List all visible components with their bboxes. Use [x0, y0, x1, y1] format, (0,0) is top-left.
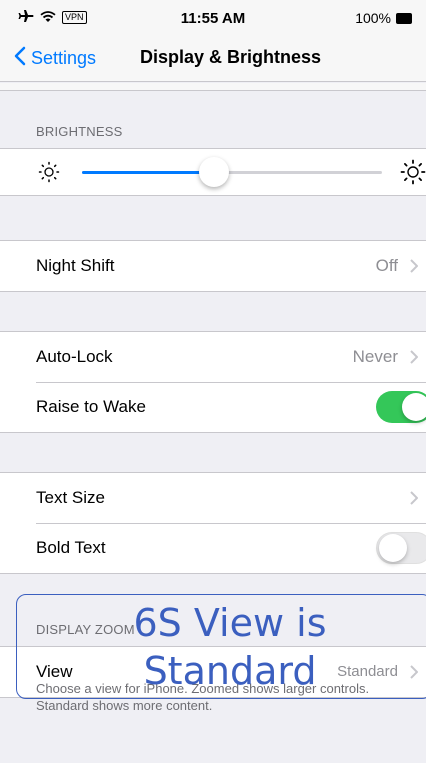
- brightness-slider[interactable]: [82, 157, 382, 187]
- back-button[interactable]: Settings: [14, 46, 96, 71]
- toggle-knob: [402, 393, 426, 421]
- toggle-knob: [379, 534, 407, 562]
- back-button-label: Settings: [31, 48, 97, 68]
- text-size-label: Text Size: [36, 488, 105, 507]
- page-title: Display & Brightness: [140, 47, 322, 67]
- chevron-right-icon: [410, 350, 419, 369]
- night-shift-group: Night Shift Off: [0, 240, 426, 292]
- nav-divider: [0, 83, 426, 91]
- navigation-bar: Settings Display & Brightness: [0, 36, 426, 82]
- auto-lock-value: Never: [352, 347, 398, 366]
- bold-text-toggle[interactable]: [376, 532, 426, 564]
- auto-lock-label: Auto-Lock: [36, 347, 113, 366]
- raise-to-wake-toggle[interactable]: [376, 391, 426, 423]
- chevron-left-icon: [14, 46, 26, 71]
- brightness-slider-fill: [82, 171, 214, 174]
- status-bar: VPN 11:55 AM 100%: [0, 0, 426, 36]
- brightness-slider-knob[interactable]: [199, 157, 229, 187]
- lock-group: Auto-Lock Never Raise to Wake: [0, 331, 426, 433]
- text-group: Text Size Bold Text: [0, 472, 426, 574]
- battery-percent: 100%: [355, 10, 391, 26]
- annotation-text: 6S View is Standard: [133, 601, 327, 693]
- auto-lock-row[interactable]: Auto-Lock Never: [0, 332, 426, 382]
- chevron-right-icon: [410, 259, 419, 278]
- chevron-right-icon: [410, 491, 419, 510]
- text-size-row[interactable]: Text Size: [0, 473, 426, 523]
- raise-to-wake-row: Raise to Wake: [0, 382, 426, 432]
- status-right: 100%: [355, 10, 412, 26]
- bold-text-label: Bold Text: [36, 538, 106, 557]
- bold-text-row: Bold Text: [0, 523, 426, 573]
- battery-icon: [396, 12, 412, 24]
- night-shift-label: Night Shift: [36, 256, 115, 275]
- night-shift-row[interactable]: Night Shift Off: [0, 241, 426, 291]
- night-shift-value: Off: [375, 256, 398, 275]
- brightness-group: [0, 148, 426, 196]
- sun-large-icon: [400, 159, 426, 190]
- brightness-slider-row: [0, 149, 426, 195]
- raise-to-wake-label: Raise to Wake: [36, 397, 146, 416]
- brightness-header: BRIGHTNESS: [36, 124, 123, 139]
- sun-small-icon: [38, 161, 60, 188]
